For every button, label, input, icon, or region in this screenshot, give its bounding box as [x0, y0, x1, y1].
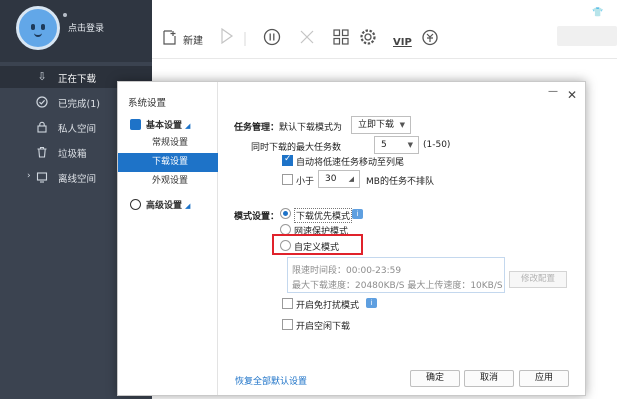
- sidebar-item-label: 离线空间: [58, 174, 97, 185]
- less-than-label: 小于: [296, 177, 315, 187]
- caret-icon: ◢: [185, 122, 191, 130]
- dialog-title: 系统设置: [128, 98, 167, 109]
- sidebar-item-label: 已完成(1): [58, 99, 100, 110]
- gear-icon: [130, 119, 141, 130]
- ok-button[interactable]: 确定: [410, 370, 460, 387]
- new-file-icon[interactable]: [163, 30, 177, 50]
- chevron-down-icon: ◢: [348, 175, 354, 183]
- chevron-down-icon: ▼: [399, 121, 405, 129]
- vip-icon[interactable]: VIP: [393, 30, 412, 50]
- sidebar-item-label: 垃圾箱: [58, 149, 87, 160]
- nav-item-label: 常规设置: [152, 138, 189, 148]
- sidebar-item-label: 私人空间: [58, 124, 97, 135]
- check-circle-icon: [36, 96, 48, 108]
- skin-shirt-icon[interactable]: 👕: [592, 9, 603, 18]
- chevron-right-icon[interactable]: ›: [27, 171, 31, 181]
- task-section-label: 任务管理：: [234, 123, 280, 133]
- profile-area: 点击登录: [0, 0, 152, 62]
- info-icon: [130, 199, 141, 210]
- no-disturb-label: 开启免打扰模式: [296, 301, 360, 311]
- less-than-suffix: MB的任务不排队: [366, 177, 434, 187]
- trash-icon: [36, 146, 48, 158]
- vip-label: VIP: [393, 37, 412, 48]
- speed-limit-panel: 限速时间段：00:00-23:59 最大下载速度：20480KB/S 最大上传速…: [287, 257, 505, 293]
- idle-download-label: 开启空闲下载: [296, 322, 351, 332]
- lock-icon: [36, 121, 48, 133]
- less-than-value: 30: [325, 174, 337, 184]
- idle-download-checkbox[interactable]: [282, 319, 293, 330]
- nav-item-download[interactable]: 下载设置: [118, 153, 218, 172]
- cancel-button[interactable]: 取消: [464, 370, 514, 387]
- nav-group-label: 高级设置: [146, 201, 183, 211]
- caret-icon: ◢: [185, 202, 191, 210]
- nav-group-advanced[interactable]: 高级设置 ◢: [130, 198, 190, 211]
- sidebar-item-label: 正在下载: [58, 74, 97, 85]
- info-icon[interactable]: i: [352, 209, 363, 219]
- separator: [244, 31, 246, 51]
- nav-item-label: 外观设置: [152, 176, 189, 186]
- pause-icon[interactable]: [263, 28, 281, 48]
- max-tasks-value: 5: [381, 140, 387, 150]
- status-dot-icon: [63, 13, 67, 17]
- smiley-avatar-icon[interactable]: [16, 6, 60, 50]
- info-icon[interactable]: i: [366, 298, 377, 308]
- close-icon[interactable]: [299, 29, 315, 49]
- nav-item-general[interactable]: 常规设置: [118, 134, 218, 153]
- default-mode-value: 立即下载: [358, 120, 395, 130]
- bell-icon[interactable]: [421, 28, 439, 48]
- mode-radio-download-priority[interactable]: [280, 208, 291, 219]
- less-than-checkbox[interactable]: [282, 174, 293, 185]
- login-link[interactable]: 点击登录: [68, 21, 104, 34]
- avatar-eye-left: [31, 24, 35, 30]
- chevron-down-icon: ▼: [407, 141, 413, 149]
- avatar-mouth: [34, 33, 42, 37]
- speed-limits: 最大下载速度：20480KB/S 最大上传速度：10KB/S: [292, 281, 503, 291]
- nav-item-appearance[interactable]: 外观设置: [118, 172, 218, 191]
- no-disturb-checkbox[interactable]: [282, 298, 293, 309]
- apply-button[interactable]: 应用: [519, 370, 569, 387]
- gear-icon[interactable]: [359, 28, 377, 48]
- mode-section-label: 模式设置：: [234, 212, 280, 222]
- auto-move-label: 自动将低速任务移动至列尾: [296, 158, 405, 168]
- highlight-box: [272, 234, 363, 255]
- default-mode-label: 默认下载模式为: [279, 123, 343, 133]
- speed-period: 限速时间段：00:00-23:59: [292, 266, 402, 276]
- nav-item-label: 下载设置: [152, 157, 189, 167]
- settings-dialog: — ✕ 系统设置 基本设置 ◢ 常规设置 下载设置 外观设置 高级设置 ◢ 任务管理…: [117, 81, 586, 396]
- new-task-button[interactable]: 新建: [183, 32, 203, 47]
- auto-move-checkbox[interactable]: [282, 154, 293, 166]
- download-arrow-icon: ⇩: [37, 70, 47, 83]
- less-than-select[interactable]: 30 ◢: [318, 170, 360, 188]
- modify-config-button[interactable]: 修改配置: [509, 271, 567, 288]
- close-icon[interactable]: ✕: [567, 88, 577, 102]
- minimize-icon[interactable]: —: [548, 86, 558, 97]
- max-tasks-range: (1-50): [423, 140, 451, 150]
- grid-icon[interactable]: [333, 29, 349, 49]
- nav-group-basic[interactable]: 基本设置 ◢: [130, 118, 190, 131]
- mode-label-download-priority: 下载优先模式: [294, 208, 353, 223]
- max-tasks-select[interactable]: 5 ▼: [374, 136, 419, 154]
- toolbar-divider: [152, 58, 617, 59]
- avatar-eye-right: [41, 24, 45, 30]
- max-tasks-label: 同时下载的最大任务数: [251, 143, 342, 153]
- restore-defaults-link[interactable]: 恢复全部默认设置: [235, 374, 307, 387]
- default-mode-select[interactable]: 立即下载 ▼: [351, 116, 411, 134]
- play-icon[interactable]: [220, 27, 234, 48]
- cloud-monitor-icon: [36, 171, 48, 183]
- settings-nav: 系统设置 基本设置 ◢ 常规设置 下载设置 外观设置 高级设置 ◢: [118, 82, 218, 395]
- search-input[interactable]: [557, 26, 617, 46]
- nav-group-label: 基本设置: [146, 121, 183, 131]
